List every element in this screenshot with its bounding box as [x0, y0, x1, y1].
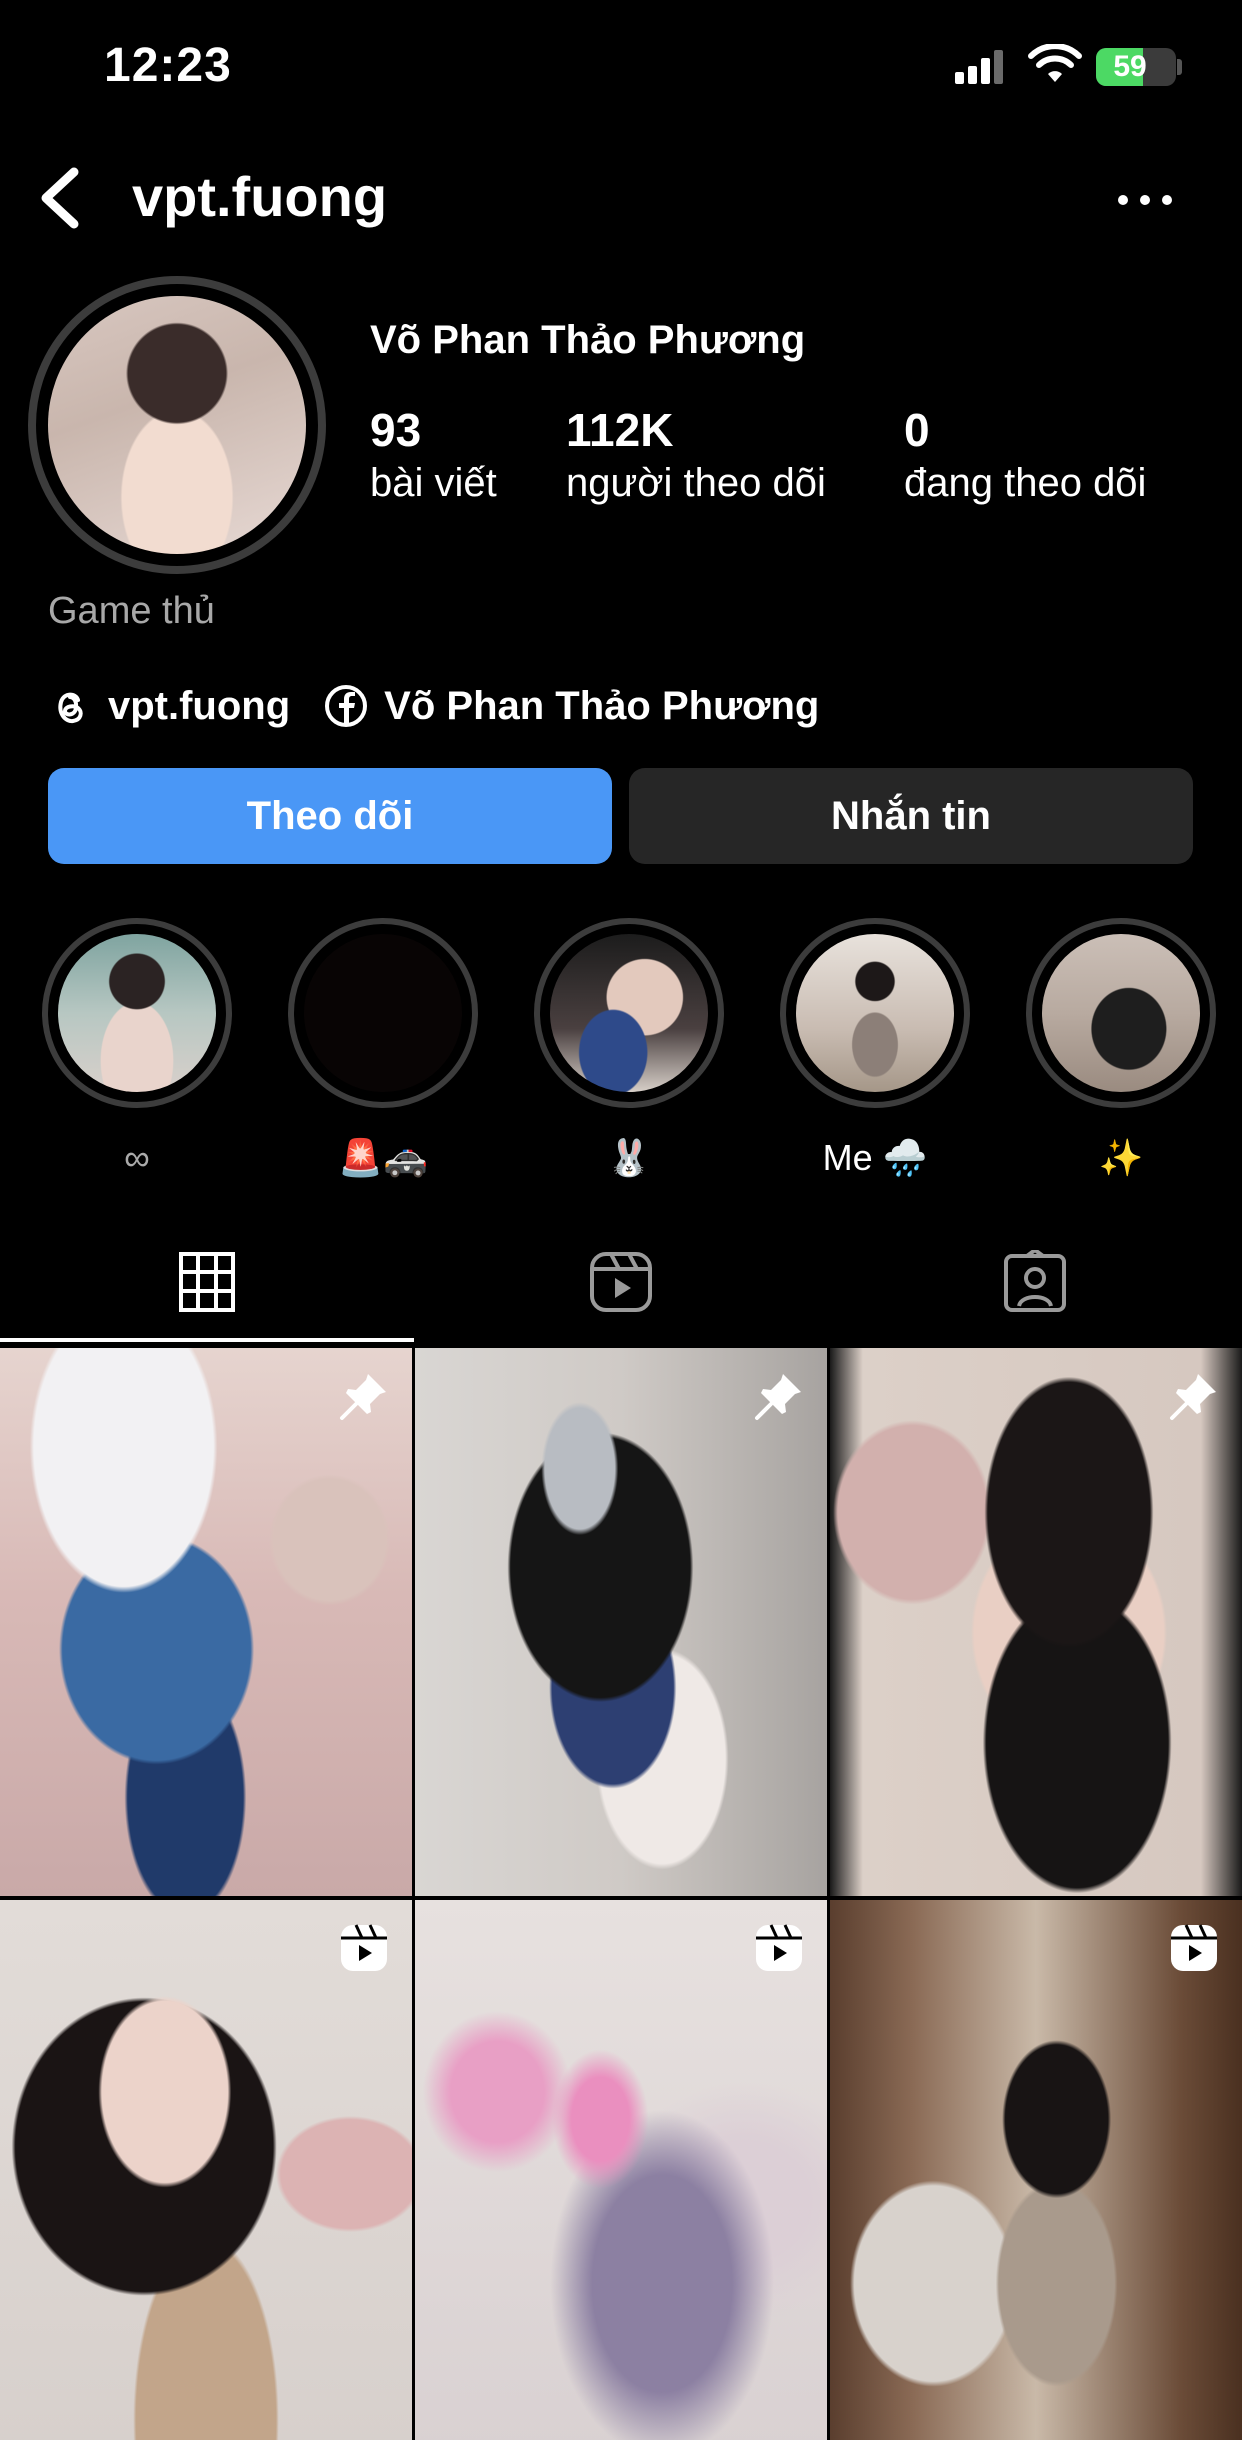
facebook-link-label: Võ Phan Thảo Phương: [384, 683, 820, 728]
battery-indicator: 59: [1096, 48, 1176, 86]
stat-followers-label: người theo dõi: [566, 461, 826, 505]
post-thumbnail[interactable]: [0, 1900, 412, 2440]
stat-posts-value: 93: [370, 404, 422, 456]
story-highlight[interactable]: 🚨🚓: [288, 918, 482, 1182]
highlight-cover: [58, 934, 216, 1092]
wifi-icon: [1028, 44, 1082, 82]
highlight-ring: [42, 918, 232, 1108]
highlight-label: 🐰: [606, 1137, 652, 1178]
profile-links: vpt.fuong Võ Phan Thảo Phương: [48, 680, 853, 732]
reel-icon: [1171, 1924, 1217, 1971]
story-highlight[interactable]: ∞: [42, 918, 236, 1182]
tab-reels[interactable]: [414, 1218, 828, 1346]
battery-tip: [1177, 59, 1182, 75]
status-bar: 12:23 59: [0, 0, 1242, 130]
post-image: [0, 1900, 412, 2440]
pin-icon: [1170, 1374, 1216, 1420]
post-thumbnail[interactable]: [830, 1348, 1242, 1896]
tab-tagged[interactable]: [828, 1218, 1242, 1346]
active-tab-indicator: [0, 1338, 414, 1342]
highlight-cover: [1042, 934, 1200, 1092]
cellular-signal-icon: [955, 50, 1003, 84]
more-options-button[interactable]: [1110, 176, 1180, 220]
highlight-label: 🚨🚓: [338, 1137, 428, 1178]
stat-posts: 93 bài viết: [370, 402, 497, 508]
stat-followers-value: 112K: [566, 404, 674, 456]
facebook-link[interactable]: Võ Phan Thảo Phương: [324, 684, 819, 729]
stat-following[interactable]: 0 đang theo dõi: [904, 402, 1146, 508]
highlight-ring: [288, 918, 478, 1108]
profile-category: Game thủ: [48, 590, 215, 632]
story-highlight[interactable]: Me 🌧️: [780, 918, 974, 1182]
highlight-ring: [1026, 918, 1216, 1108]
follow-button[interactable]: Theo dõi: [48, 768, 612, 864]
profile-username: vpt.fuong: [132, 165, 388, 228]
post-thumbnail[interactable]: [0, 1348, 412, 1896]
full-name: Võ Phan Thảo Phương: [370, 318, 806, 362]
battery-level: 59: [1113, 50, 1147, 83]
stat-followers[interactable]: 112K người theo dõi: [566, 402, 826, 508]
post-image: [415, 1900, 827, 2440]
highlight-label: ✨: [1098, 1137, 1144, 1178]
stat-following-label: đang theo dõi: [904, 461, 1147, 505]
reel-icon: [341, 1924, 387, 1971]
highlight-cover: [550, 934, 708, 1092]
profile-tabs: [0, 1218, 1242, 1346]
story-highlight[interactable]: 🐰: [534, 918, 728, 1182]
highlight-cover: [304, 934, 462, 1092]
threads-link[interactable]: vpt.fuong: [48, 684, 290, 729]
threads-link-label: vpt.fuong: [108, 683, 291, 728]
post-image: [830, 1900, 1242, 2440]
grid-icon: [179, 1252, 235, 1312]
highlight-cover: [796, 934, 954, 1092]
reel-icon: [756, 1924, 802, 1971]
pin-icon: [340, 1374, 386, 1420]
tab-posts-grid[interactable]: [0, 1218, 414, 1346]
highlight-label: Me 🌧️: [822, 1137, 928, 1178]
stat-posts-label: bài viết: [370, 461, 497, 505]
post-image: [415, 1348, 827, 1896]
highlight-ring: [780, 918, 970, 1108]
story-highlight[interactable]: ✨: [1026, 918, 1220, 1182]
post-thumbnail[interactable]: [415, 1900, 827, 2440]
tagged-icon: [1004, 1250, 1066, 1312]
post-thumbnail[interactable]: [415, 1348, 827, 1896]
post-image: [0, 1348, 412, 1896]
pin-icon: [755, 1374, 801, 1420]
threads-icon: [58, 692, 83, 724]
highlight-label: ∞: [124, 1137, 150, 1178]
posts-grid: [0, 1348, 1242, 2440]
post-image: [830, 1348, 1242, 1896]
post-thumbnail[interactable]: [830, 1900, 1242, 2440]
back-button[interactable]: [30, 160, 90, 236]
facebook-icon: [325, 685, 368, 727]
stat-following-value: 0: [904, 404, 930, 456]
reels-icon: [590, 1252, 652, 1312]
avatar[interactable]: [48, 296, 306, 554]
highlight-ring: [534, 918, 724, 1108]
status-time: 12:23: [104, 39, 232, 92]
message-button[interactable]: Nhắn tin: [629, 768, 1193, 864]
